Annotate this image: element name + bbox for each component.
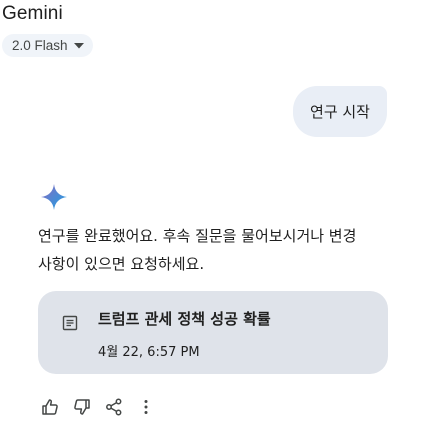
app-title: Gemini bbox=[2, 3, 63, 24]
share-icon bbox=[106, 398, 122, 416]
research-document-card[interactable]: 트럼프 관세 정책 성공 확률 4월 22, 6:57 PM bbox=[38, 291, 388, 374]
assistant-response-text: 연구를 완료했어요. 후속 질문을 물어보시거나 변경 사항이 있으면 요청하세… bbox=[38, 222, 398, 278]
gemini-sparkle-icon bbox=[41, 184, 67, 210]
gemini-chat-view: Gemini 2.0 Flash 연구 시작 연구를 완료했어요. 후속 질문을… bbox=[0, 0, 438, 439]
document-icon bbox=[62, 315, 78, 331]
user-message-text: 연구 시작 bbox=[310, 103, 370, 121]
model-selector[interactable]: 2.0 Flash bbox=[2, 34, 93, 57]
share-button[interactable] bbox=[104, 397, 124, 417]
response-line-1: 연구를 완료했어요. 후속 질문을 물어보시거나 변경 bbox=[38, 227, 357, 245]
thumbs-down-button[interactable] bbox=[72, 397, 92, 417]
response-line-2: 사항이 있으면 요청하세요. bbox=[38, 255, 205, 273]
caret-down-icon bbox=[73, 42, 84, 48]
more-options-button[interactable] bbox=[136, 397, 156, 417]
user-message-bubble: 연구 시작 bbox=[293, 86, 387, 137]
thumbs-up-button[interactable] bbox=[40, 397, 60, 417]
thumbs-up-icon bbox=[42, 399, 58, 415]
thumbs-down-icon bbox=[74, 399, 90, 415]
document-title: 트럼프 관세 정책 성공 확률 bbox=[98, 310, 271, 328]
document-date: 4월 22, 6:57 PM bbox=[98, 345, 200, 360]
response-actions bbox=[40, 397, 156, 417]
more-vert-icon bbox=[144, 400, 148, 414]
model-label: 2.0 Flash bbox=[12, 38, 68, 53]
